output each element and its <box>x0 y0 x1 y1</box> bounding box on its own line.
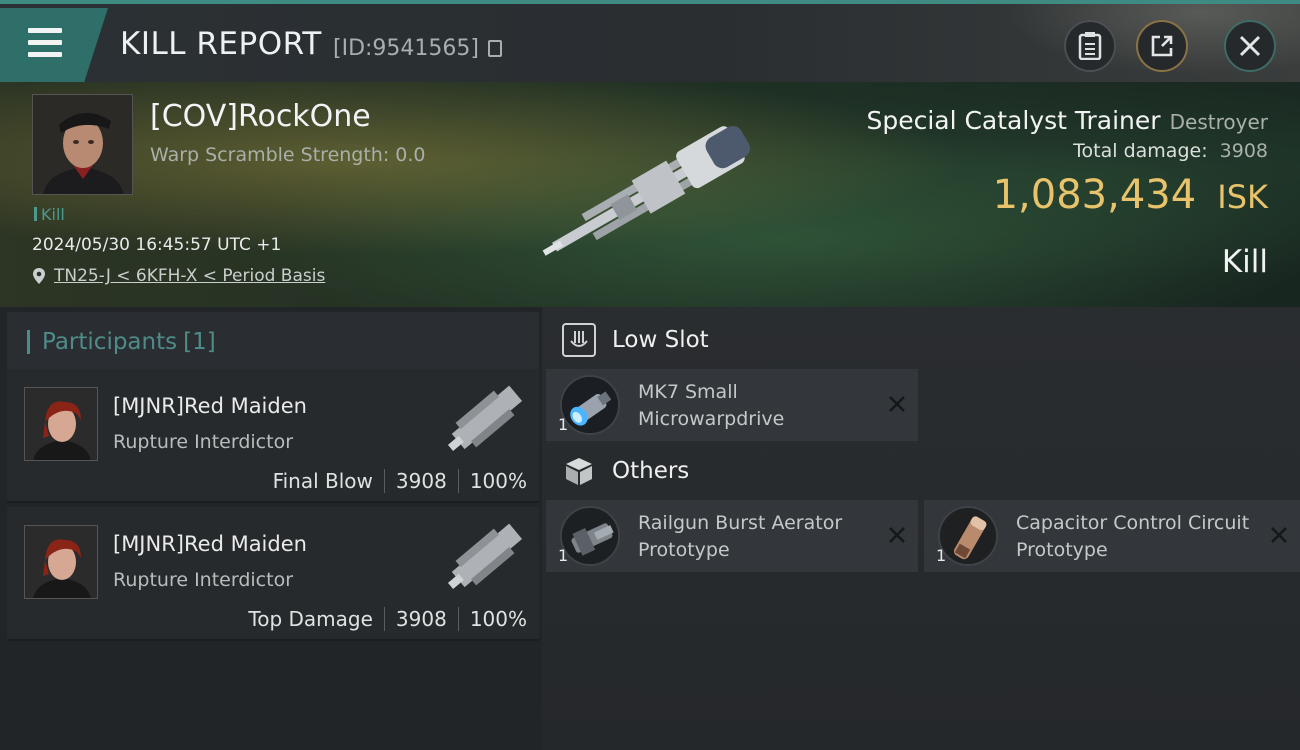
others-label: Others <box>612 458 690 484</box>
share-icon <box>1151 35 1173 57</box>
item-quantity: 1 <box>936 546 947 565</box>
low-slot-label: Low Slot <box>612 327 709 353</box>
fitted-item[interactable]: 1 Railgun Burst Aerator Prototype <box>546 500 918 572</box>
ship-name[interactable]: Special Catalyst Trainer <box>866 106 1160 135</box>
victim-portrait[interactable] <box>32 94 133 195</box>
participant-ship-image <box>447 385 523 451</box>
others-section-title: Others <box>562 454 689 488</box>
participant-ship: Rupture Interdictor <box>113 569 293 591</box>
report-id: [ID:9541565] <box>333 36 479 61</box>
others-cube-icon <box>566 458 592 485</box>
participant-stats: Final Blow 3908 100% <box>273 469 527 493</box>
close-button[interactable] <box>1224 20 1276 72</box>
total-damage-value: 3908 <box>1219 140 1268 162</box>
capacitor-circuit-icon <box>938 506 998 566</box>
clipboard-button[interactable] <box>1064 20 1116 72</box>
participants-panel: Participants [1] [MJNR]Red Maiden Rupture… <box>0 307 542 750</box>
railgun-aerator-icon <box>560 506 620 566</box>
participant-row[interactable]: [MJNR]Red Maiden Rupture Interdictor Fin… <box>7 369 539 503</box>
participant-percent: 100% <box>469 469 527 493</box>
participant-name[interactable]: [MJNR]Red Maiden <box>113 532 307 556</box>
fitting-panel: Low Slot 1 MK7 Small Microwarpdrive Othe… <box>542 307 1300 750</box>
stats-divider <box>383 469 385 493</box>
participant-avatar[interactable] <box>24 525 98 599</box>
menu-button[interactable] <box>0 8 108 82</box>
total-damage-row: Total damage: 3908 <box>1073 140 1268 162</box>
item-name: Railgun Burst Aerator Prototype <box>638 512 843 561</box>
kill-timestamp: 2024/05/30 16:45:57 UTC +1 <box>32 235 282 255</box>
clipboard-icon <box>1078 32 1102 60</box>
total-damage-label: Total damage: <box>1073 140 1208 162</box>
location-link[interactable]: TN25-J < 6KFH-X < Period Basis <box>54 266 325 286</box>
participant-stats: Top Damage 3908 100% <box>248 607 527 631</box>
location-pin-icon <box>33 268 45 284</box>
kill-tag: Kill <box>34 205 65 224</box>
stats-divider <box>457 607 459 631</box>
victim-ship-image[interactable] <box>520 112 785 272</box>
participant-row[interactable]: [MJNR]Red Maiden Rupture Interdictor Top… <box>7 507 539 641</box>
victim-name[interactable]: [COV]RockOne <box>150 99 371 134</box>
participant-ship: Rupture Interdictor <box>113 431 293 453</box>
participants-count: [1] <box>183 329 216 355</box>
item-quantity: 1 <box>558 546 569 565</box>
participants-header[interactable]: Participants [1] <box>7 312 539 370</box>
share-button[interactable] <box>1136 20 1188 72</box>
isk-unit: ISK <box>1217 178 1268 216</box>
participant-ship-image <box>447 523 523 589</box>
participant-percent: 100% <box>469 607 527 631</box>
low-slot-icon <box>562 323 596 357</box>
participant-damage: 3908 <box>395 607 447 631</box>
fitted-item[interactable]: 1 Capacitor Control Circuit Prototype <box>924 500 1300 572</box>
remove-x-icon[interactable] <box>1266 522 1292 548</box>
close-icon <box>1239 35 1261 57</box>
stats-divider <box>383 607 385 631</box>
victim-banner: [COV]RockOne Warp Scramble Strength: 0.0… <box>0 82 1300 307</box>
remove-x-icon[interactable] <box>884 391 910 417</box>
ship-class: Destroyer <box>1169 110 1268 134</box>
fitted-item[interactable]: 1 MK7 Small Microwarpdrive <box>546 369 918 441</box>
ship-name-row: Special Catalyst Trainer Destroyer <box>866 106 1268 135</box>
participant-name[interactable]: [MJNR]Red Maiden <box>113 394 307 418</box>
stats-divider <box>457 469 459 493</box>
participants-label: Participants <box>42 329 178 355</box>
header-bar: KILL REPORT [ID:9541565] <box>0 0 1300 86</box>
location-row[interactable]: TN25-J < 6KFH-X < Period Basis <box>32 266 325 286</box>
isk-value: 1,083,434 <box>992 172 1197 218</box>
item-name: Capacitor Control Circuit Prototype <box>1016 512 1250 561</box>
participant-damage: 3908 <box>395 469 447 493</box>
remove-x-icon[interactable] <box>884 522 910 548</box>
warp-scramble-strength: Warp Scramble Strength: 0.0 <box>150 144 426 166</box>
item-name: MK7 Small Microwarpdrive <box>638 381 785 430</box>
page-title: KILL REPORT <box>120 26 322 62</box>
copy-icon[interactable] <box>488 40 502 57</box>
participant-role: Final Blow <box>272 469 373 493</box>
isk-value-row: 1,083,434 ISK <box>993 172 1268 218</box>
participant-role: Top Damage <box>248 607 373 631</box>
low-slot-section-title: Low Slot <box>562 323 709 357</box>
microwarpdrive-icon <box>560 375 620 435</box>
participant-avatar[interactable] <box>24 387 98 461</box>
kill-result: Kill <box>1221 244 1268 280</box>
item-quantity: 1 <box>558 415 569 434</box>
